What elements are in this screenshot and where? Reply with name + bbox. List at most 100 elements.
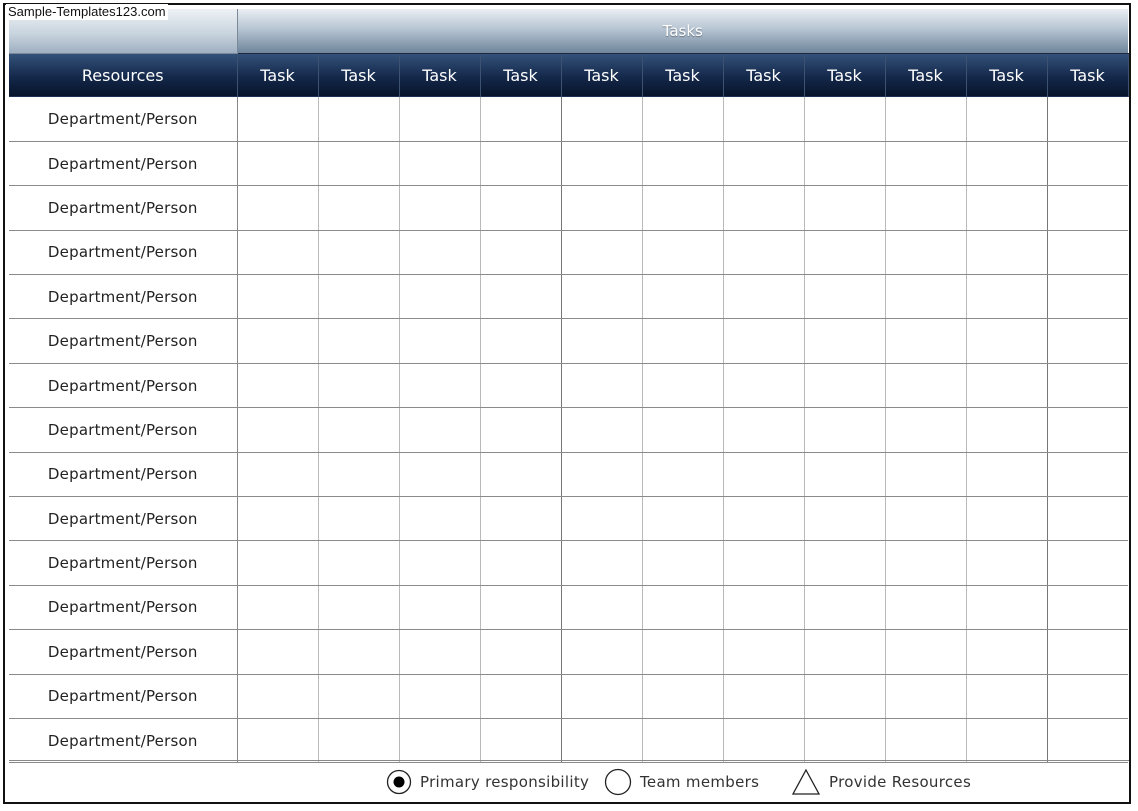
task-cell[interactable] — [722, 674, 804, 719]
task-cell[interactable] — [641, 274, 723, 320]
task-cell[interactable] — [317, 230, 399, 276]
task-cell[interactable] — [560, 718, 642, 764]
task-cell[interactable] — [479, 274, 561, 320]
task-cell[interactable] — [398, 718, 480, 764]
task-cell[interactable] — [803, 674, 885, 719]
task-cell[interactable] — [479, 185, 561, 231]
task-cell[interactable] — [236, 230, 318, 276]
task-cell[interactable] — [641, 674, 723, 719]
task-cell[interactable] — [884, 585, 966, 631]
task-cell[interactable] — [641, 363, 723, 409]
task-cell[interactable] — [641, 407, 723, 453]
task-cell[interactable] — [236, 274, 318, 320]
task-cell[interactable] — [560, 452, 642, 498]
task-cell[interactable] — [479, 674, 561, 719]
task-cell[interactable] — [236, 540, 318, 586]
task-cell[interactable] — [641, 318, 723, 364]
task-cell[interactable] — [479, 718, 561, 764]
task-cell[interactable] — [398, 318, 480, 364]
task-cell[interactable] — [965, 452, 1047, 498]
task-cell[interactable] — [884, 629, 966, 675]
task-cell[interactable] — [398, 540, 480, 586]
task-cell[interactable] — [1046, 585, 1128, 631]
task-cell[interactable] — [560, 585, 642, 631]
task-cell[interactable] — [479, 407, 561, 453]
task-cell[interactable] — [236, 407, 318, 453]
task-cell[interactable] — [479, 629, 561, 675]
task-cell[interactable] — [398, 363, 480, 409]
task-cell[interactable] — [1046, 718, 1128, 764]
task-cell[interactable] — [803, 363, 885, 409]
task-cell[interactable] — [884, 274, 966, 320]
task-cell[interactable] — [965, 97, 1047, 142]
task-cell[interactable] — [560, 230, 642, 276]
task-cell[interactable] — [722, 318, 804, 364]
task-cell[interactable] — [236, 496, 318, 542]
task-cell[interactable] — [236, 629, 318, 675]
task-cell[interactable] — [884, 718, 966, 764]
task-cell[interactable] — [398, 452, 480, 498]
task-cell[interactable] — [1046, 674, 1128, 719]
task-cell[interactable] — [1046, 318, 1128, 364]
task-cell[interactable] — [803, 629, 885, 675]
task-cell[interactable] — [560, 318, 642, 364]
task-cell[interactable] — [560, 407, 642, 453]
task-cell[interactable] — [317, 718, 399, 764]
task-cell[interactable] — [479, 318, 561, 364]
task-cell[interactable] — [1046, 97, 1128, 142]
task-cell[interactable] — [317, 496, 399, 542]
task-cell[interactable] — [1046, 540, 1128, 586]
task-cell[interactable] — [560, 540, 642, 586]
task-cell[interactable] — [641, 185, 723, 231]
task-cell[interactable] — [236, 718, 318, 764]
task-cell[interactable] — [803, 185, 885, 231]
task-cell[interactable] — [965, 185, 1047, 231]
task-cell[interactable] — [479, 496, 561, 542]
task-cell[interactable] — [803, 97, 885, 142]
task-cell[interactable] — [398, 274, 480, 320]
task-cell[interactable] — [722, 363, 804, 409]
task-cell[interactable] — [398, 674, 480, 719]
task-cell[interactable] — [317, 185, 399, 231]
task-cell[interactable] — [803, 230, 885, 276]
task-cell[interactable] — [803, 452, 885, 498]
task-cell[interactable] — [317, 407, 399, 453]
task-cell[interactable] — [1046, 141, 1128, 187]
task-cell[interactable] — [722, 629, 804, 675]
task-cell[interactable] — [965, 318, 1047, 364]
task-cell[interactable] — [641, 496, 723, 542]
task-cell[interactable] — [236, 452, 318, 498]
task-cell[interactable] — [722, 496, 804, 542]
task-cell[interactable] — [965, 718, 1047, 764]
task-cell[interactable] — [479, 97, 561, 142]
task-cell[interactable] — [479, 540, 561, 586]
task-cell[interactable] — [884, 230, 966, 276]
task-cell[interactable] — [560, 185, 642, 231]
task-cell[interactable] — [803, 141, 885, 187]
task-cell[interactable] — [641, 718, 723, 764]
task-cell[interactable] — [560, 496, 642, 542]
task-cell[interactable] — [641, 540, 723, 586]
task-cell[interactable] — [317, 141, 399, 187]
task-cell[interactable] — [398, 585, 480, 631]
task-cell[interactable] — [965, 363, 1047, 409]
task-cell[interactable] — [560, 274, 642, 320]
task-cell[interactable] — [398, 97, 480, 142]
task-cell[interactable] — [1046, 629, 1128, 675]
task-cell[interactable] — [884, 496, 966, 542]
task-cell[interactable] — [965, 629, 1047, 675]
task-cell[interactable] — [884, 141, 966, 187]
task-cell[interactable] — [803, 407, 885, 453]
task-cell[interactable] — [722, 185, 804, 231]
task-cell[interactable] — [965, 407, 1047, 453]
task-cell[interactable] — [722, 141, 804, 187]
task-cell[interactable] — [965, 540, 1047, 586]
task-cell[interactable] — [317, 540, 399, 586]
task-cell[interactable] — [641, 141, 723, 187]
task-cell[interactable] — [803, 540, 885, 586]
task-cell[interactable] — [317, 274, 399, 320]
task-cell[interactable] — [884, 363, 966, 409]
task-cell[interactable] — [236, 363, 318, 409]
task-cell[interactable] — [1046, 496, 1128, 542]
task-cell[interactable] — [317, 585, 399, 631]
